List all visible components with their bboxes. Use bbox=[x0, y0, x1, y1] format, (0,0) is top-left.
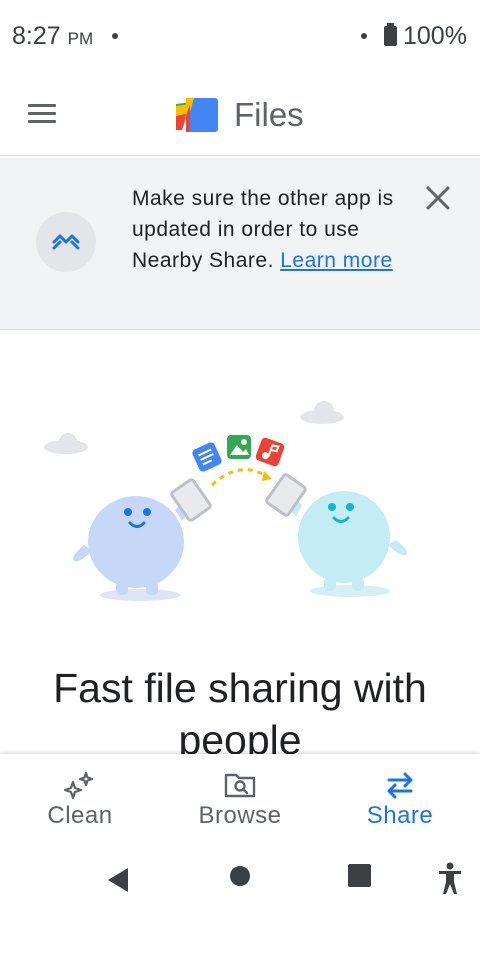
nearby-share-banner: Make sure the other app is updated in or… bbox=[0, 157, 480, 330]
document-icon bbox=[192, 442, 222, 472]
shadow bbox=[100, 589, 180, 601]
close-icon[interactable] bbox=[424, 184, 452, 212]
phone-icon bbox=[265, 473, 307, 517]
left-character bbox=[73, 495, 198, 595]
status-dot-icon bbox=[361, 33, 367, 39]
cloud-icon bbox=[44, 433, 88, 454]
recents-icon[interactable] bbox=[340, 860, 380, 900]
image-icon bbox=[227, 435, 251, 459]
status-bar: 8:27 PM 100% bbox=[0, 0, 480, 72]
bottom-navigation: Clean Browse Share bbox=[0, 754, 480, 838]
app-bar: Files bbox=[0, 72, 480, 156]
music-icon bbox=[255, 437, 285, 467]
status-time: 8:27 PM bbox=[12, 22, 93, 51]
transfer-arc bbox=[210, 468, 269, 487]
phone-icon bbox=[170, 478, 212, 522]
accessibility-icon[interactable] bbox=[430, 860, 470, 900]
nav-item-share[interactable]: Share bbox=[320, 754, 480, 838]
learn-more-link[interactable]: Learn more bbox=[280, 249, 392, 272]
battery-percent: 100% bbox=[403, 22, 467, 50]
swap-arrows-icon bbox=[387, 772, 413, 799]
status-time-value: 8:27 bbox=[12, 22, 61, 50]
cloud-icon bbox=[300, 401, 344, 424]
status-time-ampm: PM bbox=[67, 29, 94, 48]
home-icon[interactable] bbox=[220, 860, 260, 900]
file-sharing-illustration bbox=[44, 401, 407, 601]
nav-item-clean[interactable]: Clean bbox=[0, 754, 160, 838]
arrow-icon bbox=[262, 471, 272, 481]
system-navigation-bar bbox=[0, 838, 480, 960]
menu-icon-line bbox=[28, 112, 56, 115]
menu-icon-line bbox=[28, 120, 56, 123]
sparkle-icon bbox=[63, 771, 94, 800]
menu-button[interactable] bbox=[22, 94, 62, 134]
menu-icon bbox=[28, 104, 56, 107]
app-title: Files bbox=[234, 96, 304, 133]
nav-label-browse: Browse bbox=[198, 802, 282, 829]
notification-dot-icon bbox=[112, 33, 118, 39]
nav-label-clean: Clean bbox=[47, 802, 113, 829]
back-icon[interactable] bbox=[100, 860, 140, 900]
folder-search-icon bbox=[224, 773, 256, 798]
nearby-share-icon-container bbox=[36, 212, 96, 272]
nav-item-browse[interactable]: Browse bbox=[160, 754, 320, 838]
nearby-share-icon bbox=[52, 234, 80, 250]
files-logo-icon bbox=[176, 98, 218, 132]
banner-message: Make sure the other app is updated in or… bbox=[132, 183, 422, 276]
headline: Fast file sharing with people bbox=[53, 665, 427, 763]
shadow bbox=[310, 585, 390, 597]
nav-label-share: Share bbox=[366, 802, 434, 829]
right-character bbox=[280, 491, 407, 591]
battery-icon bbox=[384, 23, 397, 46]
